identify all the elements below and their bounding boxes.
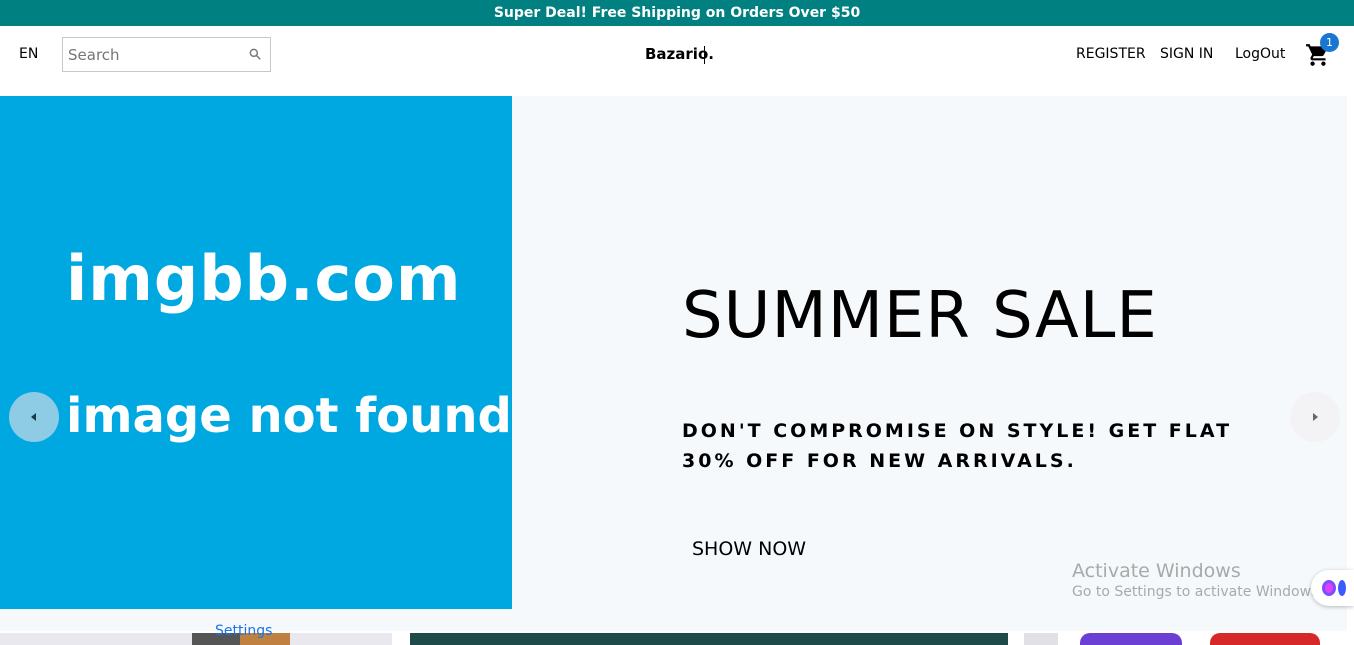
arrow-left-icon bbox=[31, 413, 36, 421]
peek-card bbox=[1024, 633, 1058, 645]
arrow-right-icon bbox=[1313, 413, 1318, 421]
slide-image-placeholder: imgbb.com image not found bbox=[0, 96, 512, 609]
watermark-title: Activate Windows bbox=[1072, 560, 1241, 582]
settings-peek-text: Settings bbox=[215, 623, 273, 639]
browser-extension-button[interactable] bbox=[1311, 570, 1354, 606]
language-selector[interactable]: EN bbox=[19, 46, 38, 62]
navbar: EN Bazario. REGISTER SIGN IN LogOut 1 bbox=[0, 26, 1354, 96]
slider-prev-button[interactable] bbox=[9, 392, 59, 442]
peek-card bbox=[410, 633, 1008, 645]
slide-description: DON'T COMPROMISE ON STYLE! GET FLAT 30% … bbox=[682, 420, 1233, 472]
search-input[interactable] bbox=[68, 45, 244, 64]
announcement-bar: Super Deal! Free Shipping on Orders Over… bbox=[0, 0, 1354, 26]
image-placeholder-text-2: image not found bbox=[66, 388, 512, 444]
activate-windows-watermark: Activate Windows Go to Settings to activ… bbox=[1072, 560, 1323, 600]
slider-next-button[interactable] bbox=[1290, 392, 1340, 442]
slide-info: SUMMER SALE DON'T COMPROMISE ON STYLE! G… bbox=[682, 276, 1302, 476]
search-icon[interactable] bbox=[248, 47, 262, 61]
sign-in-link[interactable]: SIGN IN bbox=[1160, 46, 1213, 62]
logout-link[interactable]: LogOut bbox=[1235, 46, 1285, 62]
register-link[interactable]: REGISTER bbox=[1076, 46, 1146, 62]
image-placeholder-text-1: imgbb.com bbox=[66, 242, 462, 315]
peek-card bbox=[1080, 633, 1182, 645]
watermark-subtitle: Go to Settings to activate Windows. bbox=[1072, 584, 1323, 600]
content-below-fold bbox=[0, 633, 1354, 645]
slide-title: SUMMER SALE bbox=[682, 279, 1158, 353]
announcement-text: Super Deal! Free Shipping on Orders Over… bbox=[493, 5, 861, 21]
cart-count-badge: 1 bbox=[1320, 33, 1339, 52]
show-now-button[interactable]: SHOW NOW bbox=[682, 532, 816, 566]
brain-icon bbox=[1322, 580, 1346, 596]
text-cursor bbox=[704, 46, 705, 64]
peek-card bbox=[1210, 633, 1320, 645]
hero-slide: imgbb.com image not found SUMMER SALE DO… bbox=[0, 96, 1347, 631]
search-box bbox=[62, 37, 271, 72]
